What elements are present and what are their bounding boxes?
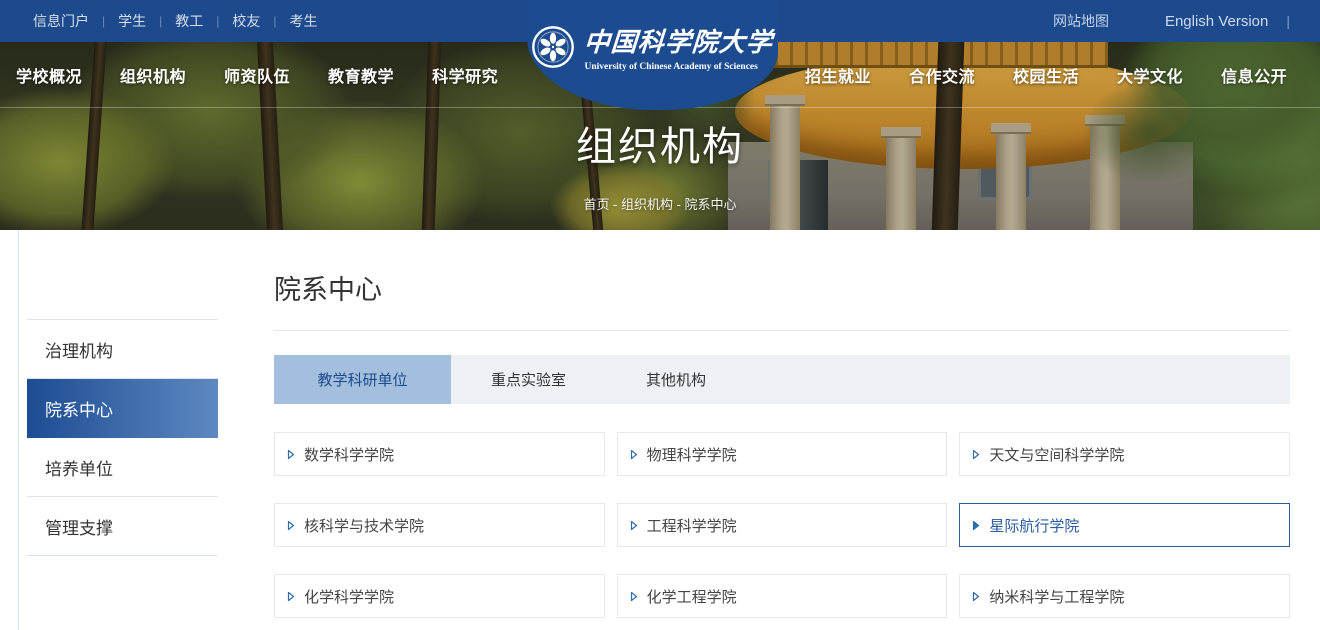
link-alumni[interactable]: 校友 xyxy=(232,11,260,31)
utility-right: 网站地图 English Version | xyxy=(1053,11,1290,31)
nav-education[interactable]: 教育教学 xyxy=(328,63,394,87)
department-name: 数学科学学院 xyxy=(304,444,394,465)
triangle-right-icon xyxy=(630,520,638,531)
department-card[interactable]: 数学科学学院 xyxy=(274,432,605,476)
triangle-right-icon xyxy=(972,449,980,460)
department-card[interactable]: 天文与空间科学学院 xyxy=(959,432,1290,476)
link-faculty[interactable]: 教工 xyxy=(175,11,203,31)
page: 信息门户 | 学生 | 教工 | 校友 | 考生 网站地图 English Ve… xyxy=(0,0,1320,630)
sidebar-item-admin-support[interactable]: 管理支撑 xyxy=(27,497,218,556)
sitemap-link[interactable]: 网站地图 xyxy=(1053,11,1109,31)
nav-faculty[interactable]: 师资队伍 xyxy=(224,63,290,87)
nav-admissions[interactable]: 招生就业 xyxy=(805,63,871,87)
department-name: 物理科学学院 xyxy=(647,444,737,465)
department-card[interactable]: 化学工程学院 xyxy=(617,574,948,618)
tab-other-institutions[interactable]: 其他机构 xyxy=(606,355,746,404)
main-nav-right: 招生就业 合作交流 校园生活 大学文化 信息公开 xyxy=(805,42,1287,108)
page-title: 院系中心 xyxy=(274,268,1290,307)
department-grid: 数学科学学院 物理科学学院 天文与空间科学学院 核科学与技术学院 工程科学学院 xyxy=(274,432,1290,618)
triangle-right-icon xyxy=(287,520,295,531)
nav-culture[interactable]: 大学文化 xyxy=(1117,63,1183,87)
department-card[interactable]: 物理科学学院 xyxy=(617,432,948,476)
main-nav-left: 学校概况 组织机构 师资队伍 教育教学 科学研究 xyxy=(16,42,498,108)
department-name: 纳米科学与工程学院 xyxy=(989,586,1124,607)
logo-title-cn: 中国科学院大学 xyxy=(583,22,775,59)
nav-campus-life[interactable]: 校园生活 xyxy=(1013,63,1079,87)
tab-teaching-research-units[interactable]: 教学科研单位 xyxy=(274,355,451,404)
divider: | xyxy=(273,14,276,28)
department-name: 核科学与技术学院 xyxy=(304,515,424,536)
department-card[interactable]: 纳米科学与工程学院 xyxy=(959,574,1290,618)
department-name: 化学科学学院 xyxy=(304,586,394,607)
nav-research[interactable]: 科学研究 xyxy=(432,63,498,87)
triangle-right-icon xyxy=(630,449,638,460)
link-applicants[interactable]: 考生 xyxy=(290,11,318,31)
main-panel: 院系中心 教学科研单位 重点实验室 其他机构 数学科学学院 物理科学学院 xyxy=(274,230,1290,630)
nav-cooperation[interactable]: 合作交流 xyxy=(909,63,975,87)
triangle-right-icon xyxy=(287,591,295,602)
divider: | xyxy=(1286,13,1290,29)
page-banner-title: 组织机构 xyxy=(0,114,1320,172)
department-card-highlighted[interactable]: 星际航行学院 xyxy=(959,503,1290,547)
nav-info-disclosure[interactable]: 信息公开 xyxy=(1221,63,1287,87)
tab-bar: 教学科研单位 重点实验室 其他机构 xyxy=(274,355,1290,404)
title-divider xyxy=(274,330,1290,331)
nav-school-overview[interactable]: 学校概况 xyxy=(16,63,82,87)
nav-organization[interactable]: 组织机构 xyxy=(120,63,186,87)
content-area: 治理机构 院系中心 培养单位 管理支撑 院系中心 教学科研单位 重点实验室 其他… xyxy=(0,230,1320,630)
sidebar-item-governance[interactable]: 治理机构 xyxy=(27,320,218,379)
triangle-right-icon xyxy=(630,591,638,602)
divider: | xyxy=(216,14,219,28)
department-card[interactable]: 化学科学学院 xyxy=(274,574,605,618)
sidebar-item-training-units[interactable]: 培养单位 xyxy=(27,438,218,497)
link-students[interactable]: 学生 xyxy=(118,11,146,31)
department-card[interactable]: 核科学与技术学院 xyxy=(274,503,605,547)
logo-title-en: University of Chinese Academy of Science… xyxy=(584,62,773,72)
triangle-right-icon xyxy=(972,591,980,602)
english-version-link[interactable]: English Version xyxy=(1165,13,1268,30)
triangle-right-icon xyxy=(287,449,295,460)
department-card[interactable]: 工程科学学院 xyxy=(617,503,948,547)
logo-text: 中国科学院大学 University of Chinese Academy of… xyxy=(584,22,773,72)
ucas-emblem-icon xyxy=(531,25,575,69)
department-name: 工程科学学院 xyxy=(647,515,737,536)
department-name: 化学工程学院 xyxy=(647,586,737,607)
sidebar-item-departments[interactable]: 院系中心 xyxy=(27,379,218,438)
tab-key-laboratories[interactable]: 重点实验室 xyxy=(451,355,606,404)
department-name: 天文与空间科学学院 xyxy=(989,444,1124,465)
sidebar-list: 治理机构 院系中心 培养单位 管理支撑 xyxy=(27,319,218,556)
breadcrumb[interactable]: 首页 - 组织机构 - 院系中心 xyxy=(0,194,1320,213)
triangle-right-icon xyxy=(972,520,980,531)
divider: | xyxy=(159,14,162,28)
sidebar: 治理机构 院系中心 培养单位 管理支撑 xyxy=(18,230,227,630)
department-name: 星际航行学院 xyxy=(989,515,1079,536)
utility-links: 信息门户 | 学生 | 教工 | 校友 | 考生 xyxy=(33,11,318,31)
link-info-portal[interactable]: 信息门户 xyxy=(33,11,89,31)
divider: | xyxy=(102,14,105,28)
